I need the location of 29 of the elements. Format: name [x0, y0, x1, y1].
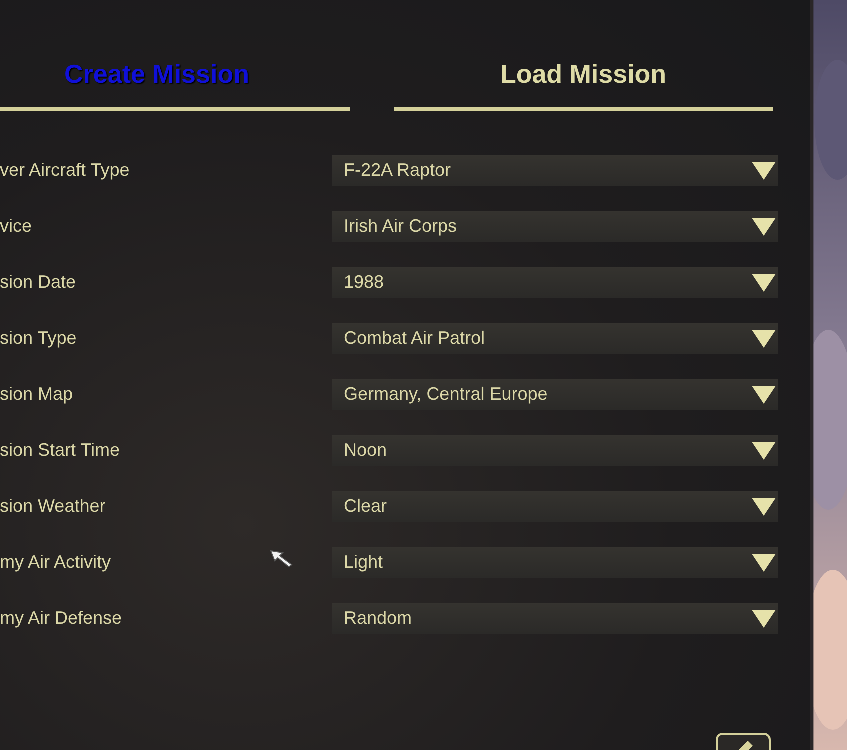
dropdown-arrow-icon	[752, 162, 776, 180]
field-label: sion Type	[0, 328, 77, 349]
dropdown-arrow-icon	[752, 442, 776, 460]
dropdown-arrow-icon	[752, 274, 776, 292]
dropdown-arrow-icon	[752, 554, 776, 572]
cursor-icon	[270, 550, 294, 568]
field-label: vice	[0, 216, 32, 237]
dropdown-arrow-icon	[752, 218, 776, 236]
dropdown[interactable]: Germany, Central Europe	[332, 379, 778, 410]
field-label: sion Map	[0, 384, 74, 405]
field-label: sion Weather	[0, 496, 106, 517]
field-label: my Air Activity	[0, 552, 112, 573]
dropdown[interactable]: Irish Air Corps	[332, 211, 778, 242]
dropdown[interactable]: Combat Air Patrol	[332, 323, 778, 354]
dropdown[interactable]: Random	[332, 603, 778, 634]
dropdown-arrow-icon	[752, 498, 776, 516]
dropdown[interactable]: Noon	[332, 435, 778, 466]
field-label: my Air Defense	[0, 608, 122, 629]
tab[interactable]: Load Mission	[500, 58, 667, 90]
field-label: sion Start Time	[0, 440, 120, 461]
dropdown[interactable]: 1988	[332, 267, 778, 298]
dropdown-arrow-icon	[752, 330, 776, 348]
field-label: sion Date	[0, 272, 76, 293]
dropdown-arrow-icon	[752, 610, 776, 628]
dropdown[interactable]: Light	[332, 547, 778, 578]
field-label: ver Aircraft Type	[0, 160, 130, 181]
dropdown[interactable]: F-22A Raptor	[332, 155, 778, 186]
dropdown-arrow-icon	[752, 386, 776, 404]
dropdown[interactable]: Clear	[332, 491, 778, 522]
